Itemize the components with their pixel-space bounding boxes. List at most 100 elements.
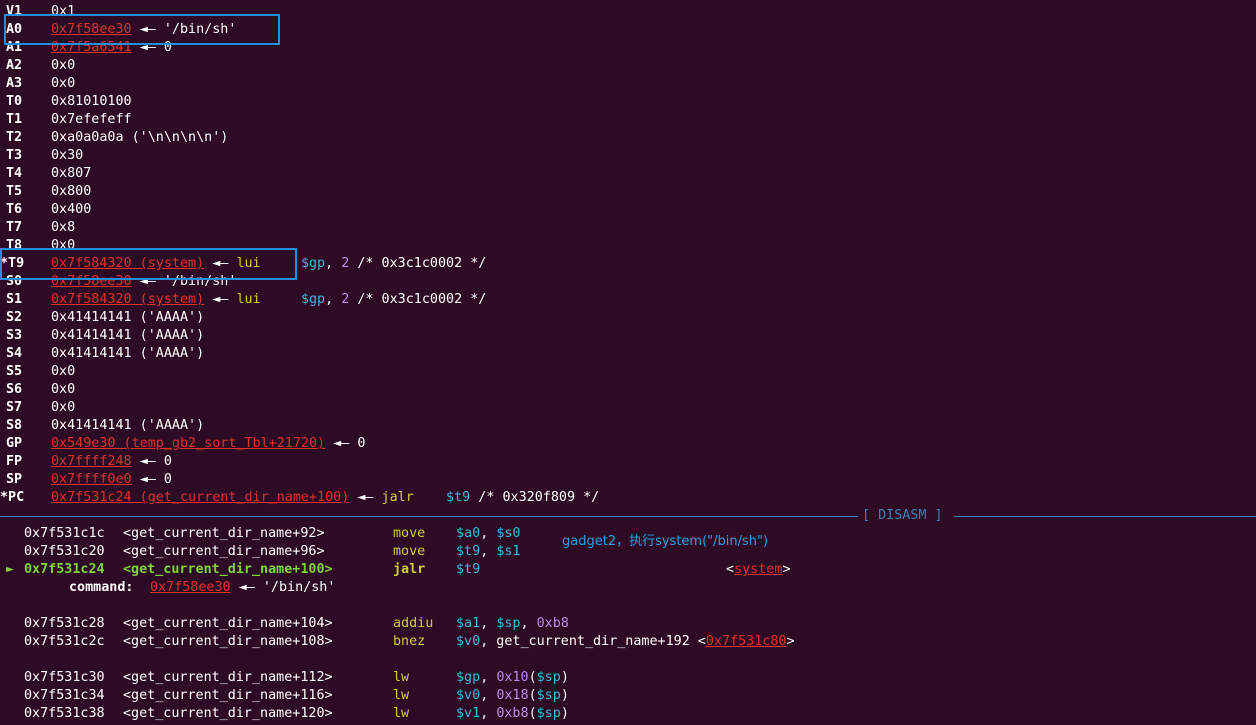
disasm-row[interactable]: 0x7f531c28 <get_current_dir_name+104> addi… bbox=[0, 615, 1256, 633]
operand-register: $a0 bbox=[456, 526, 481, 541]
register-name: T4 bbox=[6, 166, 23, 181]
instruction-operands: $t9 bbox=[456, 561, 480, 579]
command-pointer-link[interactable]: 0x7f58ee30 bbox=[150, 580, 231, 595]
operand-immediate: 0x10 bbox=[496, 670, 529, 685]
register-value: 0x0 bbox=[51, 400, 76, 415]
disasm-row[interactable]: 0x7f531c2c <get_current_dir_name+108> bnez… bbox=[0, 633, 1256, 651]
register-value: 0x0 bbox=[51, 76, 76, 91]
register-value: 0x41414141 ('AAAA') bbox=[51, 328, 205, 343]
instruction-opcode: bnez bbox=[393, 634, 426, 649]
deref-value: 0 bbox=[357, 436, 366, 451]
register-row: S8 0x41414141 ('AAAA') bbox=[0, 417, 1256, 435]
register-name: S7 bbox=[6, 400, 23, 415]
register-value: 0x0 bbox=[51, 364, 76, 379]
register-value: 0x800 bbox=[51, 184, 92, 199]
instruction-operands: $a0, $s0 bbox=[456, 526, 521, 541]
disasm-row[interactable]: 0x7f531c34 <get_current_dir_name+116> lw $v… bbox=[0, 687, 1256, 705]
register-row: T1 0x7efefeff bbox=[0, 111, 1256, 129]
register-value: 0x7efefeff bbox=[51, 112, 132, 127]
disasm-separator-right bbox=[954, 516, 1256, 517]
highlight-box-a0 bbox=[4, 14, 280, 45]
disasm-row[interactable]: 0x7f531c30 <get_current_dir_name+112> lw $g… bbox=[0, 669, 1256, 687]
register-row: T5 0x800 bbox=[0, 183, 1256, 201]
command-string: '/bin/sh' bbox=[262, 580, 336, 595]
register-name: S5 bbox=[6, 364, 23, 379]
deref-arrow: ◄— bbox=[139, 472, 156, 487]
disasm-row[interactable]: ► 0x7f531c24 <get_current_dir_name+100> jal… bbox=[0, 561, 1256, 579]
pointer-link[interactable]: 0x7f584320 (system) bbox=[51, 292, 204, 307]
pointer-link[interactable]: 0x7ffff0e0 bbox=[51, 472, 132, 487]
register-value: 0x30 bbox=[51, 148, 84, 163]
branch-target-link[interactable]: 0x7f531c80 bbox=[706, 634, 787, 649]
register-value: 0x7ffff248 ◄— 0 bbox=[51, 453, 172, 471]
operand-immediate: 2 bbox=[341, 292, 350, 307]
instruction-address: 0x7f531c20 bbox=[24, 544, 105, 559]
operand-register: $t9 bbox=[456, 562, 481, 577]
instruction-address: 0x7f531c2c bbox=[24, 634, 105, 649]
opcode: jalr bbox=[381, 490, 447, 505]
instruction-operands: $v1, 0xb8($sp) bbox=[456, 706, 569, 721]
register-row: T7 0x8 bbox=[0, 219, 1256, 237]
register-value: 0xa0a0a0a ('\n\n\n\n') bbox=[51, 130, 229, 145]
instruction-symbol: <get_current_dir_name+92> bbox=[123, 526, 325, 541]
disasm-row[interactable]: 0x7f531c20 <get_current_dir_name+96> move $… bbox=[0, 543, 1256, 561]
register-value: 0x400 bbox=[51, 202, 92, 217]
instruction-opcode: jalr bbox=[393, 562, 426, 577]
instruction-symbol: <get_current_dir_name+96> bbox=[123, 544, 325, 559]
instruction-opcode: lw bbox=[393, 670, 410, 685]
operand-register: $gp bbox=[300, 256, 326, 271]
register-value: 0x41414141 ('AAAA') bbox=[51, 310, 205, 325]
instruction-operands: $t9, $s1 bbox=[456, 544, 521, 559]
current-instruction-arrow: ► bbox=[6, 562, 15, 577]
register-row: S4 0x41414141 ('AAAA') bbox=[0, 345, 1256, 363]
register-name: T3 bbox=[6, 148, 23, 163]
pointer-link[interactable]: 0x7ffff248 bbox=[51, 454, 132, 469]
pointer-link[interactable]: 0x549e30 (temp_gb2_sort_Tbl+21720) bbox=[51, 436, 325, 451]
operand-register: $s1 bbox=[496, 544, 521, 559]
register-row: S7 0x0 bbox=[0, 399, 1256, 417]
operand-register: $sp bbox=[496, 616, 521, 631]
register-name: A3 bbox=[6, 76, 23, 91]
register-value: 0x549e30 (temp_gb2_sort_Tbl+21720) ◄— 0 bbox=[51, 435, 365, 453]
register-row: T2 0xa0a0a0a ('\n\n\n\n') bbox=[0, 129, 1256, 147]
deref-arrow: ◄— bbox=[212, 292, 229, 307]
register-row: T0 0x81010100 bbox=[0, 93, 1256, 111]
disasm-row[interactable]: 0x7f531c1c <get_current_dir_name+92> move $… bbox=[0, 525, 1256, 543]
instruction-opcode: lw bbox=[393, 688, 410, 703]
branch-target-link[interactable]: system bbox=[734, 562, 782, 577]
deref-arrow: ◄— bbox=[333, 436, 350, 451]
branch-target: <system> bbox=[726, 562, 791, 577]
register-name: T2 bbox=[6, 130, 23, 145]
disasm-separator-left bbox=[0, 516, 858, 517]
operand-register: $s0 bbox=[496, 526, 521, 541]
instruction-symbol: <get_current_dir_name+112> bbox=[123, 670, 333, 685]
instruction-operands: $v0, get_current_dir_name+192 <0x7f531c80… bbox=[456, 634, 795, 649]
register-value: 0x807 bbox=[51, 166, 92, 181]
register-row: S1 0x7f584320 (system) ◄— lui $gp, 2 /* 0… bbox=[0, 291, 1256, 309]
operand-register: $v0 bbox=[456, 688, 481, 703]
register-name: *PC bbox=[0, 490, 25, 505]
register-name: T5 bbox=[6, 184, 23, 199]
register-name: T7 bbox=[6, 220, 23, 235]
register-value: 0x8 bbox=[51, 220, 76, 235]
deref-arrow: ◄— bbox=[139, 454, 156, 469]
opcode: lui bbox=[236, 292, 301, 307]
register-name: T0 bbox=[6, 94, 23, 109]
register-row: *PC 0x7f531c24 (get_current_dir_name+100)… bbox=[0, 489, 1256, 507]
instruction-symbol: <get_current_dir_name+100> bbox=[123, 562, 333, 577]
operand-register: $t9 bbox=[456, 544, 481, 559]
register-value: 0x7f584320 (system) ◄— lui $gp, 2 /* 0x3… bbox=[51, 291, 486, 309]
pointer-link[interactable]: 0x7f531c24 (get_current_dir_name+100) bbox=[51, 490, 349, 505]
register-row: SP 0x7ffff0e0 ◄— 0 bbox=[0, 471, 1256, 489]
register-name: S6 bbox=[6, 382, 23, 397]
command-row: command: 0x7f58ee30 ◄— '/bin/sh' bbox=[0, 579, 1256, 597]
operand-register: $gp bbox=[456, 670, 481, 685]
register-row: T6 0x400 bbox=[0, 201, 1256, 219]
operands: $gp, 2 /* 0x3c1c0002 */ bbox=[300, 256, 487, 271]
disasm-row[interactable]: 0x7f531c38 <get_current_dir_name+120> lw $v… bbox=[0, 705, 1256, 723]
register-row: S2 0x41414141 ('AAAA') bbox=[0, 309, 1256, 327]
register-name: S1 bbox=[6, 292, 23, 307]
operand-register: $sp bbox=[536, 706, 561, 721]
register-row: T4 0x807 bbox=[0, 165, 1256, 183]
register-value: 0x7f531c24 (get_current_dir_name+100) ◄—… bbox=[51, 489, 599, 507]
